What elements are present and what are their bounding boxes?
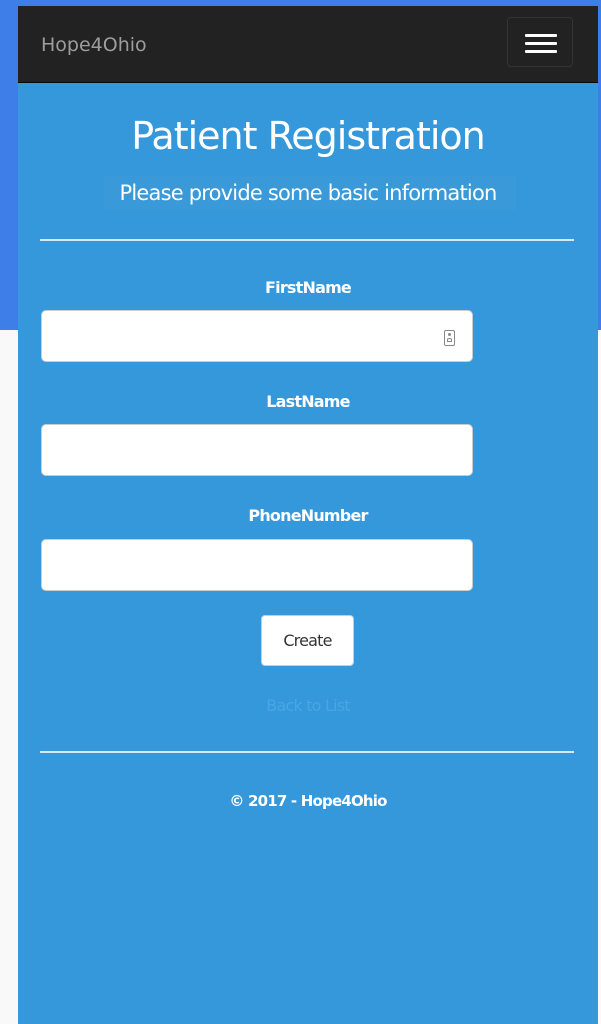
phone-number-input[interactable] <box>41 539 473 591</box>
first-name-input[interactable] <box>41 310 473 362</box>
footer-copyright: © 2017 - Hope4Ohio <box>229 792 387 810</box>
page-subtitle: Please provide some basic information <box>119 181 498 205</box>
mobile-viewport: Hope4Ohio Patient Registration Please pr… <box>18 6 598 1024</box>
brand-link[interactable]: Hope4Ohio <box>41 34 147 56</box>
footer-divider <box>40 751 574 753</box>
navbar: Hope4Ohio <box>18 6 598 83</box>
header-divider <box>40 239 574 241</box>
page-title: Patient Registration <box>131 114 486 158</box>
phone-number-label: PhoneNumber <box>248 506 368 525</box>
create-button[interactable]: Create <box>261 615 354 666</box>
back-to-list-link[interactable]: Back to List <box>18 696 598 715</box>
hamburger-menu-icon-bar <box>525 50 557 53</box>
last-name-input[interactable] <box>41 424 473 476</box>
last-name-label: LastName <box>266 392 350 411</box>
first-name-label: FirstName <box>265 278 352 297</box>
hamburger-menu-icon <box>525 34 557 37</box>
autofill-contact-icon[interactable] <box>444 330 455 346</box>
navbar-toggle-button[interactable] <box>507 17 573 67</box>
hamburger-menu-icon-bar <box>525 42 557 45</box>
